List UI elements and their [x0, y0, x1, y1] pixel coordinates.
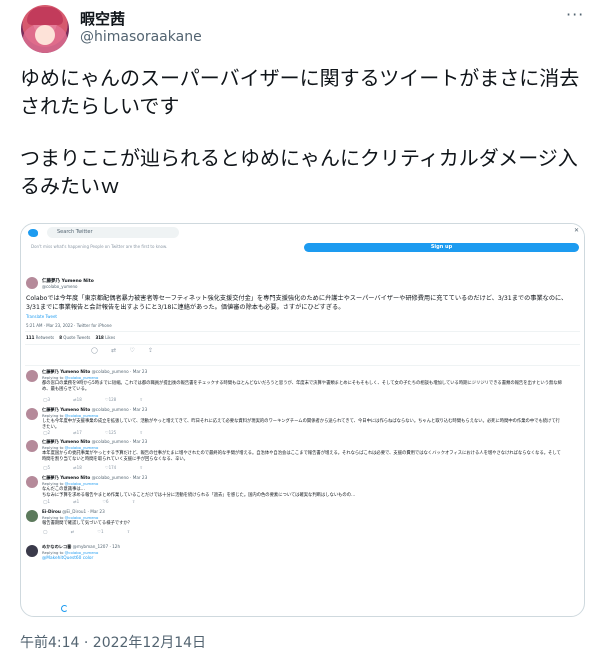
- reply-text: 本年度国からの委託事業がやっとする予算だけど、報告の仕事がたまに増やされたので最…: [42, 451, 561, 462]
- reply-text: 報告書期間で確認して気づいてる様子ですか？: [42, 521, 132, 526]
- reply-replying-to: Replying to @colabo_yumeno: [42, 445, 99, 450]
- author-handle[interactable]: @himasoraakane: [80, 29, 202, 45]
- reply-actions: ◯2 ⇄17 ♡125 ⇪: [43, 430, 143, 435]
- like-label: Likes: [105, 335, 116, 340]
- reply-avatar: [26, 440, 38, 452]
- tweet-timestamp[interactable]: 午前4:14 · 2022年12月14日: [20, 632, 206, 652]
- loading-spinner-icon: [61, 605, 68, 612]
- tweet-paragraph-2: つまりここが辿られるとゆめにゃんにクリティカルダメージ入るみたいｗ: [20, 146, 578, 198]
- embedded-close-icon: ✕: [574, 227, 580, 234]
- reply-avatar: [26, 545, 38, 557]
- embedded-main-avatar: [26, 277, 38, 289]
- embedded-divider: [25, 365, 580, 366]
- reply-header: Ei-Dirou @Ei_Dirou1 · Mar 23: [42, 509, 105, 514]
- reply-avatar: [26, 476, 38, 488]
- embedded-top-line: Don't miss what's happening People on Tw…: [31, 244, 168, 249]
- retweet-count: 111: [26, 335, 35, 340]
- embedded-main-stats: 111 Retweets 8 Quote Tweets 318 Likes: [26, 335, 115, 340]
- author-name[interactable]: 暇空茜: [80, 8, 125, 29]
- reply-replying-to: Replying to @colabo_yumeno: [42, 413, 99, 418]
- reply-replying-to: Replying to @colabo_yumeno: [42, 481, 99, 486]
- more-options-icon[interactable]: ···: [566, 5, 584, 24]
- twitter-bird-icon: [28, 229, 38, 237]
- reply-text: @MakehitQuest60 color: [42, 556, 94, 561]
- embedded-reply: 仁藤夢乃 Yumeno Nito @colabo_yumeno · Mar 23…: [21, 369, 584, 406]
- embedded-search-input: Search Twitter: [47, 227, 179, 238]
- reply-replying-to: Replying to @colabo_yumeno: [42, 375, 99, 380]
- embedded-main-author-handle: @colabo_yumeno: [42, 284, 78, 289]
- embedded-reply: Ei-Dirou @Ei_Dirou1 · Mar 23 Replying to…: [21, 509, 584, 539]
- like-count: 318: [95, 335, 104, 340]
- avatar-hat-shape: [27, 7, 63, 25]
- quote-label: Quote Tweets: [63, 335, 91, 340]
- embedded-main-meta: 5:21 AM · Mar 23, 2022 · Twitter for iPh…: [26, 323, 112, 328]
- reply-avatar: [26, 370, 38, 382]
- quote-count: 8: [59, 335, 63, 340]
- embedded-reply: 仁藤夢乃 Yumeno Nito @colabo_yumeno · Mar 23…: [21, 407, 584, 437]
- retweet-label: Retweets: [35, 335, 55, 340]
- reply-replying-to: Replying to @colabo_yumeno: [42, 550, 99, 555]
- reply-avatar: [26, 408, 38, 420]
- reply-avatar: [26, 510, 38, 522]
- embedded-reply: 仁藤夢乃 Yumeno Nito @colabo_yumeno · Mar 23…: [21, 475, 584, 507]
- embedded-main-text: Colaboでは今年度「東京都配偶者暴力被害者等セーフティネット強化支援交付金」…: [26, 295, 568, 311]
- embedded-main-actions: ◯ ⇄ ♡ ⇪: [91, 347, 154, 354]
- reply-actions: ◯3 ⇄18 ♡128 ⇪: [43, 397, 143, 402]
- embedded-main-post: 仁藤夢乃 Yumeno Nito @colabo_yumeno Colaboでは…: [21, 272, 584, 357]
- embedded-reply: 仁藤夢乃 Yumeno Nito @colabo_yumeno · Mar 23…: [21, 439, 584, 473]
- reply-text: なんだこの意識事は… ちなみに予算を求める報告やまとめ作業していることだけでは十…: [42, 487, 356, 498]
- embedded-signup-button: Sign up: [304, 243, 579, 252]
- embedded-translate-link: Translate Tweet: [26, 314, 57, 319]
- tweet-card: 暇空茜 @himasoraakane ··· ゆめにゃんのスーパーバイザーに関す…: [0, 0, 604, 671]
- author-avatar[interactable]: [21, 5, 69, 53]
- embedded-topbar: Search Twitter Don't miss what's happeni…: [21, 224, 584, 252]
- embedded-divider: [25, 331, 580, 332]
- tweet-text: ゆめにゃんのスーパーバイザーに関するツイートがまさに消去されたらしいです つまり…: [20, 64, 590, 200]
- reply-text: 都の窓口の業務を9時から5時までに短縮。これでは都の職員が提出後の報告書をチェッ…: [42, 381, 562, 392]
- tweet-paragraph-1: ゆめにゃんのスーパーバイザーに関するツイートがまさに消去されたらしいです: [20, 66, 580, 118]
- attached-screenshot[interactable]: Search Twitter Don't miss what's happeni…: [20, 223, 585, 617]
- embedded-reply: めかなのレコ番 @mybman_1207 · 12h Replying to @…: [21, 544, 584, 568]
- reply-actions: ◯ ⇄ ♡1 ⇪: [43, 529, 131, 534]
- avatar-face-shape: [35, 25, 55, 45]
- embedded-divider: [25, 344, 580, 345]
- reply-actions: ◯1 ⇄1 ♡6 ⇪: [43, 499, 136, 504]
- reply-replying-to: Replying to @colabo_yumeno: [42, 515, 99, 520]
- reply-actions: ◯5 ⇄18 ♡174 ⇪: [43, 465, 143, 470]
